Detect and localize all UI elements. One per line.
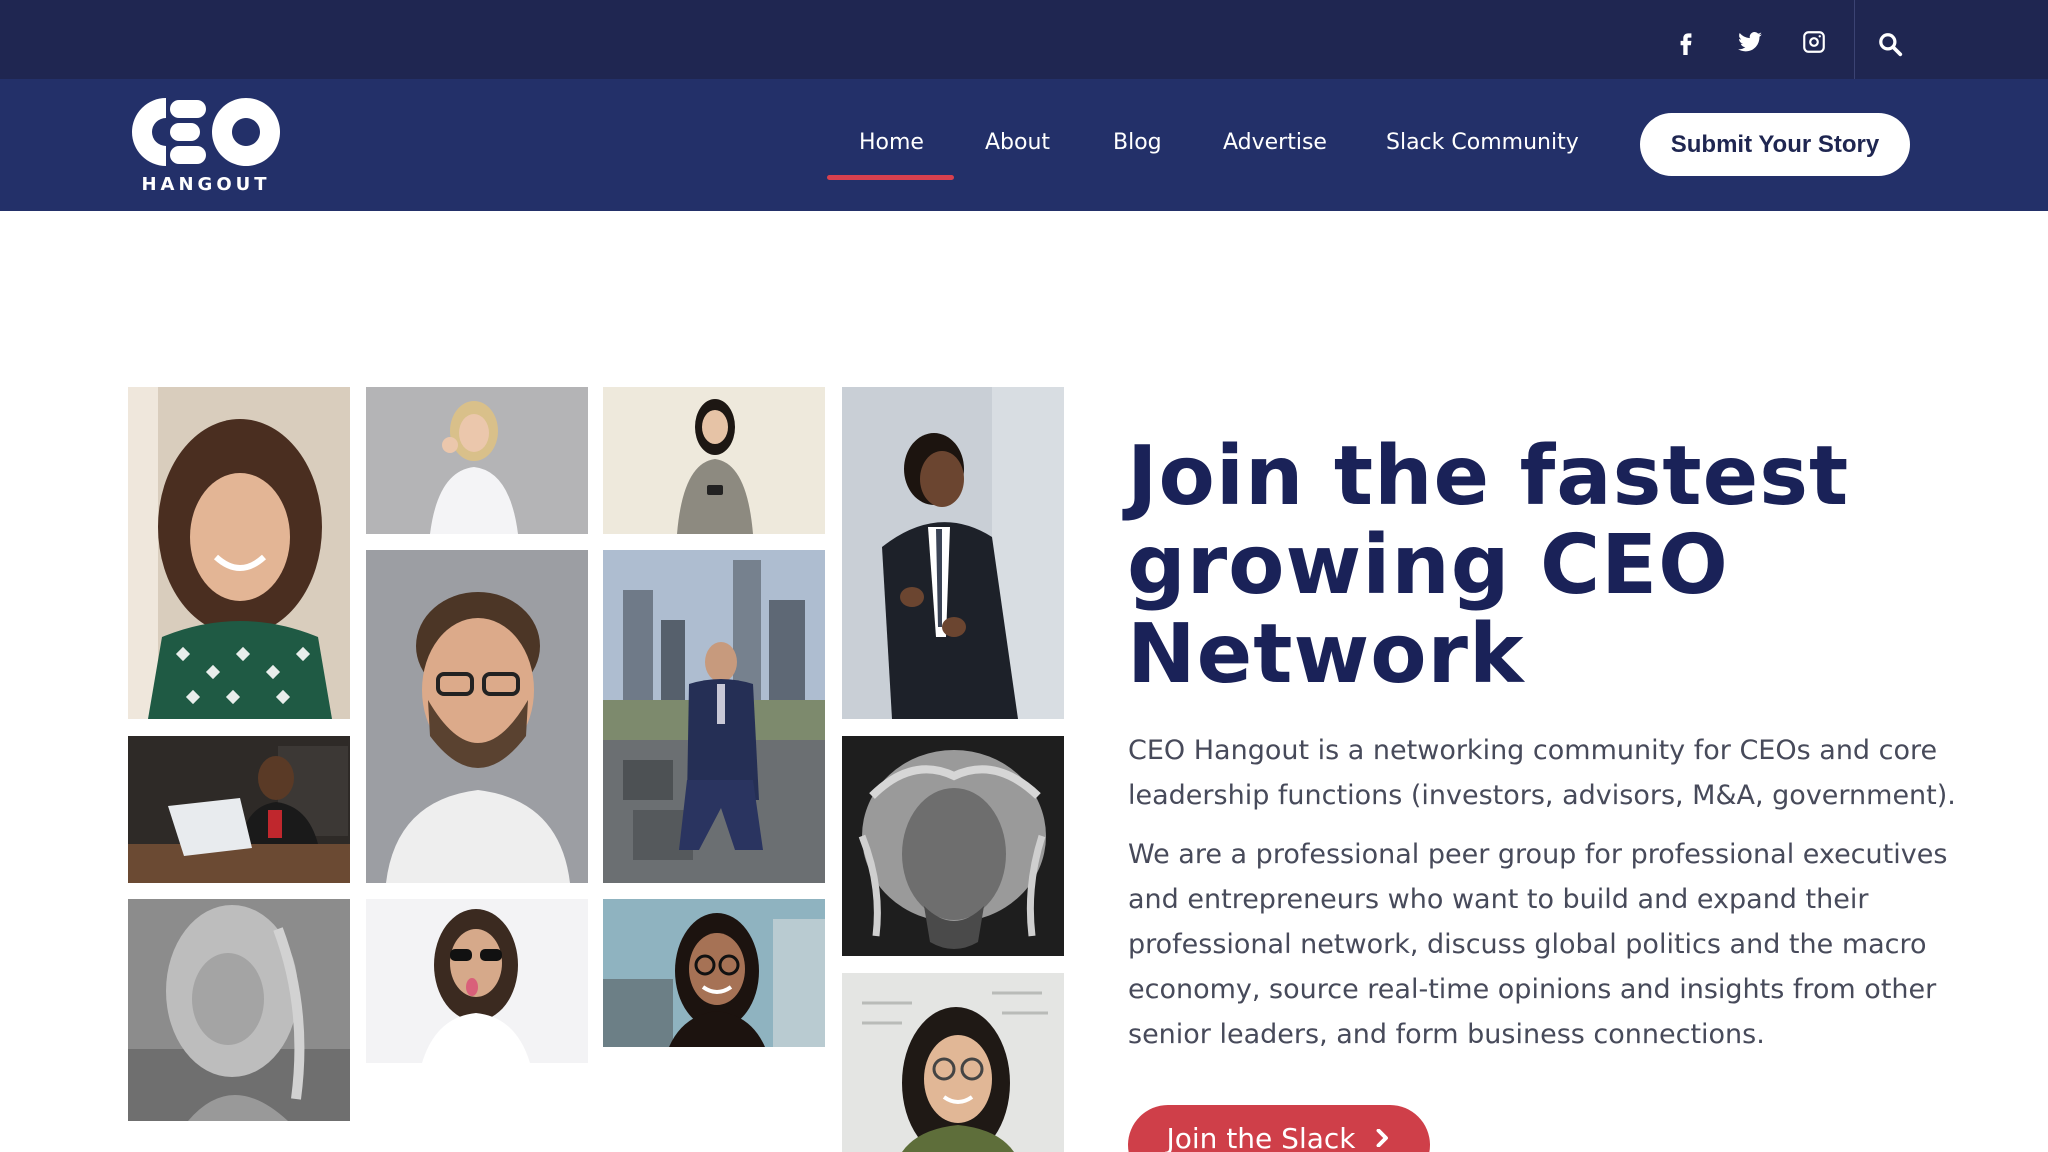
twitter-icon[interactable] [1730, 22, 1770, 62]
photo-curly-haired-woman [128, 387, 350, 719]
photo-bearded-man-glasses [366, 550, 588, 883]
top-utility-bar [0, 0, 2048, 79]
nav-slack-community[interactable]: Slack Community [1386, 123, 1579, 163]
photo-suited-man-rooftop [603, 550, 825, 883]
submit-story-button[interactable]: Submit Your Story [1640, 113, 1910, 176]
logo-ceo-mark [132, 98, 281, 166]
hero-description-paragraph: We are a professional peer group for pro… [1128, 839, 1948, 1050]
hero-intro-paragraph: CEO Hangout is a networking community fo… [1128, 735, 1956, 811]
photo-long-haired-man-bw [842, 736, 1064, 956]
join-slack-button[interactable]: Join the Slack [1128, 1105, 1430, 1152]
photo-blonde-woman-ok-sign [366, 387, 588, 534]
hero-title-line: Network [1127, 607, 1525, 702]
photo-sunglasses-person [366, 899, 588, 1063]
join-slack-label: Join the Slack [1166, 1121, 1356, 1152]
chevron-right-icon [1376, 1129, 1388, 1147]
site-logo[interactable]: HANGOUT [128, 94, 284, 198]
hero-title: Join the fastest growing CEO Network [1127, 432, 1947, 699]
nav-home[interactable]: Home [859, 123, 924, 163]
photo-woman-glasses-whiteboard [842, 973, 1064, 1152]
main-navbar: HANGOUT Home About Blog Advertise Slack … [0, 79, 2048, 211]
hero-title-line: growing CEO [1127, 518, 1729, 613]
photo-woman-with-phone [603, 387, 825, 534]
nav-advertise[interactable]: Advertise [1223, 123, 1327, 163]
hero-title-line: Join the fastest [1127, 429, 1850, 524]
facebook-icon[interactable] [1666, 22, 1706, 62]
nav-blog[interactable]: Blog [1113, 123, 1162, 163]
photo-laptop-man [128, 736, 350, 883]
logo-subtext: HANGOUT [141, 174, 271, 195]
photo-blonde-woman-bw [128, 899, 350, 1121]
search-icon[interactable] [1870, 22, 1910, 66]
active-nav-indicator [827, 175, 954, 180]
topbar-divider [1854, 0, 1855, 79]
photo-woman-glasses-street [603, 899, 825, 1047]
photo-man-black-suit [842, 387, 1064, 719]
instagram-icon[interactable] [1794, 22, 1834, 62]
nav-about[interactable]: About [985, 123, 1050, 163]
